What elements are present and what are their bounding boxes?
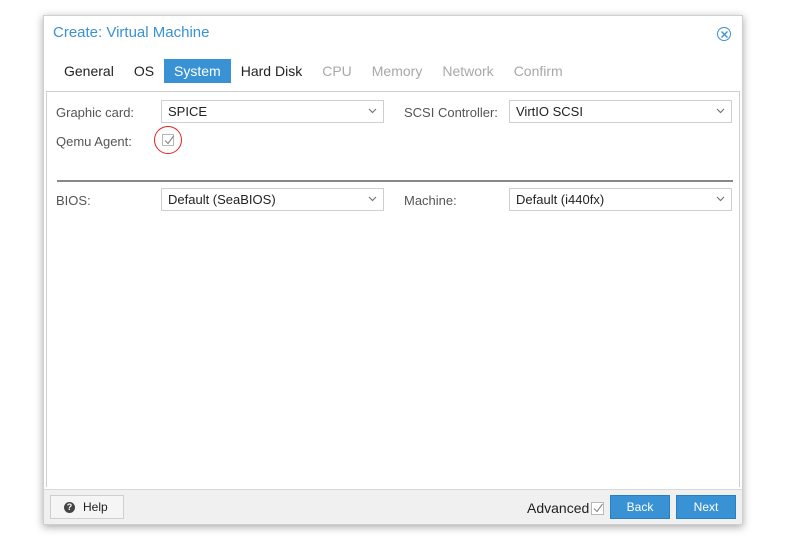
machine-select[interactable]: Default (i440fx)	[509, 188, 732, 211]
qemu-agent-checkbox[interactable]	[162, 134, 174, 146]
tab-system[interactable]: System	[164, 59, 231, 83]
machine-value: Default (i440fx)	[516, 192, 605, 207]
checkmark-icon	[593, 503, 603, 513]
bios-select[interactable]: Default (SeaBIOS)	[161, 188, 384, 211]
tab-os[interactable]: OS	[124, 59, 164, 83]
chevron-down-icon	[716, 108, 725, 114]
dialog-title: Create: Virtual Machine	[53, 24, 210, 41]
system-panel: Graphic card: SPICE SCSI Controller: Vir…	[46, 91, 740, 487]
bios-label: BIOS:	[56, 193, 91, 208]
tab-cpu: CPU	[322, 63, 352, 79]
qemu-agent-label: Qemu Agent:	[56, 134, 132, 149]
graphic-card-label: Graphic card:	[56, 105, 135, 120]
dialog-footer: ? Help Advanced Back Next	[44, 489, 742, 524]
tab-confirm: Confirm	[513, 63, 563, 79]
tab-general[interactable]: General	[54, 59, 124, 83]
help-button-label: Help	[83, 500, 108, 514]
help-button[interactable]: ? Help	[50, 495, 124, 519]
wizard-tabs: General OS System Hard Disk CPU Memory N…	[54, 59, 573, 83]
create-vm-dialog: Create: Virtual Machine General OS Syste…	[43, 15, 743, 525]
advanced-checkbox[interactable]	[591, 502, 604, 515]
scsi-controller-label: SCSI Controller:	[404, 105, 498, 120]
scsi-controller-value: VirtIO SCSI	[516, 104, 583, 119]
bios-value: Default (SeaBIOS)	[168, 192, 276, 207]
machine-label: Machine:	[404, 193, 457, 208]
chevron-down-icon	[716, 196, 725, 202]
chevron-down-icon	[368, 196, 377, 202]
back-button[interactable]: Back	[610, 495, 670, 519]
advanced-label: Advanced	[527, 500, 590, 516]
tab-memory: Memory	[371, 63, 423, 79]
scsi-controller-select[interactable]: VirtIO SCSI	[509, 100, 732, 123]
tab-hard-disk[interactable]: Hard Disk	[231, 59, 312, 83]
section-divider	[57, 180, 733, 182]
checkmark-icon	[164, 135, 174, 145]
next-button[interactable]: Next	[676, 495, 736, 519]
question-icon: ?	[64, 502, 75, 513]
close-icon[interactable]	[717, 27, 731, 41]
graphic-card-value: SPICE	[168, 104, 208, 119]
graphic-card-select[interactable]: SPICE	[161, 100, 384, 123]
chevron-down-icon	[368, 108, 377, 114]
tab-network: Network	[442, 63, 494, 79]
